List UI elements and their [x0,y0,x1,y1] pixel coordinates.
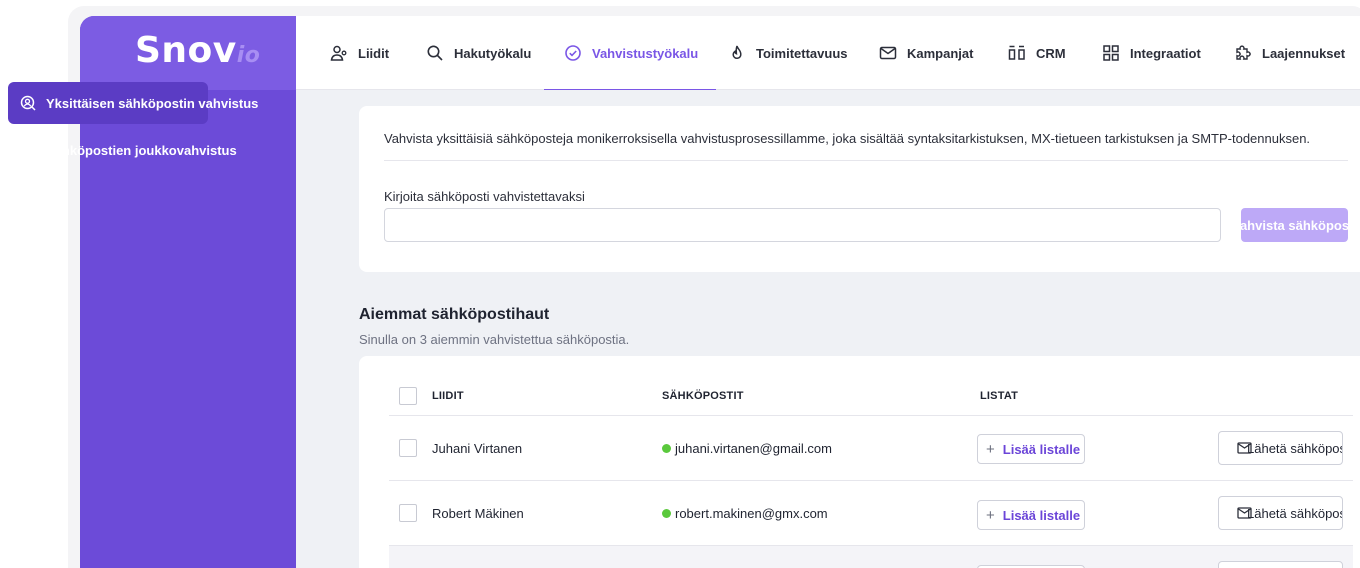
row-checkbox[interactable] [399,504,417,522]
tab-integrations[interactable]: Integraatiot [1102,16,1201,90]
flame-icon [728,44,746,62]
send-email-button[interactable]: Lähetä sähköposti [1218,431,1343,465]
tab-campaigns[interactable]: Kampanjat [879,16,973,90]
list-user-icon [20,142,36,158]
lead-email-text: juhani.virtanen@gmail.com [675,441,832,456]
logo-suffix-text: io [236,43,261,68]
sidebar-item-single-verification[interactable]: Yksittäisen sähköpostin vahvistus [8,82,258,124]
sidebar-item-bulk-verification[interactable]: Sähköpostien joukkovahvistus [8,129,237,171]
mail-icon [879,44,897,62]
tab-label: Liidit [358,45,390,61]
plus-icon: + [986,506,995,524]
lead-name: Robert Mäkinen [432,506,524,521]
sidebar-item-label: Yksittäisen sähköpostin vahvistus [46,95,259,111]
history-subtitle: Sinulla on 3 aiemmin vahvistettua sähköp… [359,332,630,347]
crm-icon [1008,44,1026,62]
history-title: Aiemmat sähköpostihaut [359,306,550,323]
valid-status-dot [662,509,671,518]
tab-extensions[interactable]: Laajennukset [1234,16,1345,90]
sidebar-item-label: Sähköpostien joukkovahvistus [46,142,237,158]
tab-label: Laajennukset [1262,45,1346,61]
send-email-label: Lähetä sähköposti [1247,440,1343,456]
check-circle-icon [564,44,582,62]
send-email-button[interactable]: Lähetä sähköposti [1218,496,1343,530]
table-row[interactable] [389,546,1353,568]
logo[interactable]: Snovio [135,30,260,71]
tab-label: Kampanjat [907,45,974,61]
tab-label: CRM [1036,45,1066,61]
users-icon [330,44,348,62]
send-email-label: Lähetä sähköposti [1247,505,1343,521]
row-divider [389,415,1353,416]
tab-label: Hakutyökalu [454,45,532,61]
lead-email: robert.makinen@gmx.com [662,506,828,521]
send-mail-icon [1237,441,1253,455]
column-header-lists: LISTAT [980,390,1019,402]
valid-status-dot [662,444,671,453]
lead-name: Juhani Virtanen [432,441,523,456]
tab-verification-tool[interactable]: Vahvistustyökalu [543,16,717,91]
tab-leads[interactable]: Liidit [330,16,389,90]
select-all-checkbox[interactable] [399,387,417,405]
send-email-button[interactable] [1218,561,1343,568]
tab-deliverability[interactable]: Toimitettavuus [728,16,848,90]
search-user-icon [20,95,36,111]
logo-bar: Snovio [80,16,296,90]
add-to-list-button[interactable]: + Lisää listalle [977,434,1085,464]
email-input-label: Kirjoita sähköposti vahvistettavaksi [384,189,585,204]
row-divider [389,480,1353,481]
puzzle-icon [1234,44,1252,62]
row-checkbox[interactable] [399,439,417,457]
email-input[interactable] [384,208,1221,242]
lead-email: juhani.virtanen@gmail.com [662,441,832,456]
tab-search-tool[interactable]: Hakutyökalu [426,16,531,90]
divider [384,160,1348,161]
tab-label: Toimitettavuus [756,45,848,61]
tab-label: Integraatiot [1130,45,1201,61]
verify-description: Vahvista yksittäisiä sähköposteja monike… [384,131,1311,146]
send-mail-icon [1237,506,1253,520]
column-header-emails: SÄHKÖPOSTIT [662,390,744,402]
search-icon [426,44,444,62]
grid-icon [1102,44,1120,62]
tab-label: Vahvistustyökalu [592,45,699,61]
add-to-list-label: Lisää listalle [1002,507,1081,523]
history-table [359,356,1360,568]
plus-icon: + [986,440,995,458]
column-header-leads: LIIDIT [432,390,464,402]
lead-email-text: robert.makinen@gmx.com [675,506,828,521]
add-to-list-label: Lisää listalle [1002,441,1081,457]
add-to-list-button[interactable]: + Lisää listalle [977,500,1085,530]
logo-main-text: Snov [135,30,237,71]
verify-email-button[interactable]: Vahvista sähköposti [1241,208,1348,242]
tab-crm[interactable]: CRM [1008,16,1066,90]
